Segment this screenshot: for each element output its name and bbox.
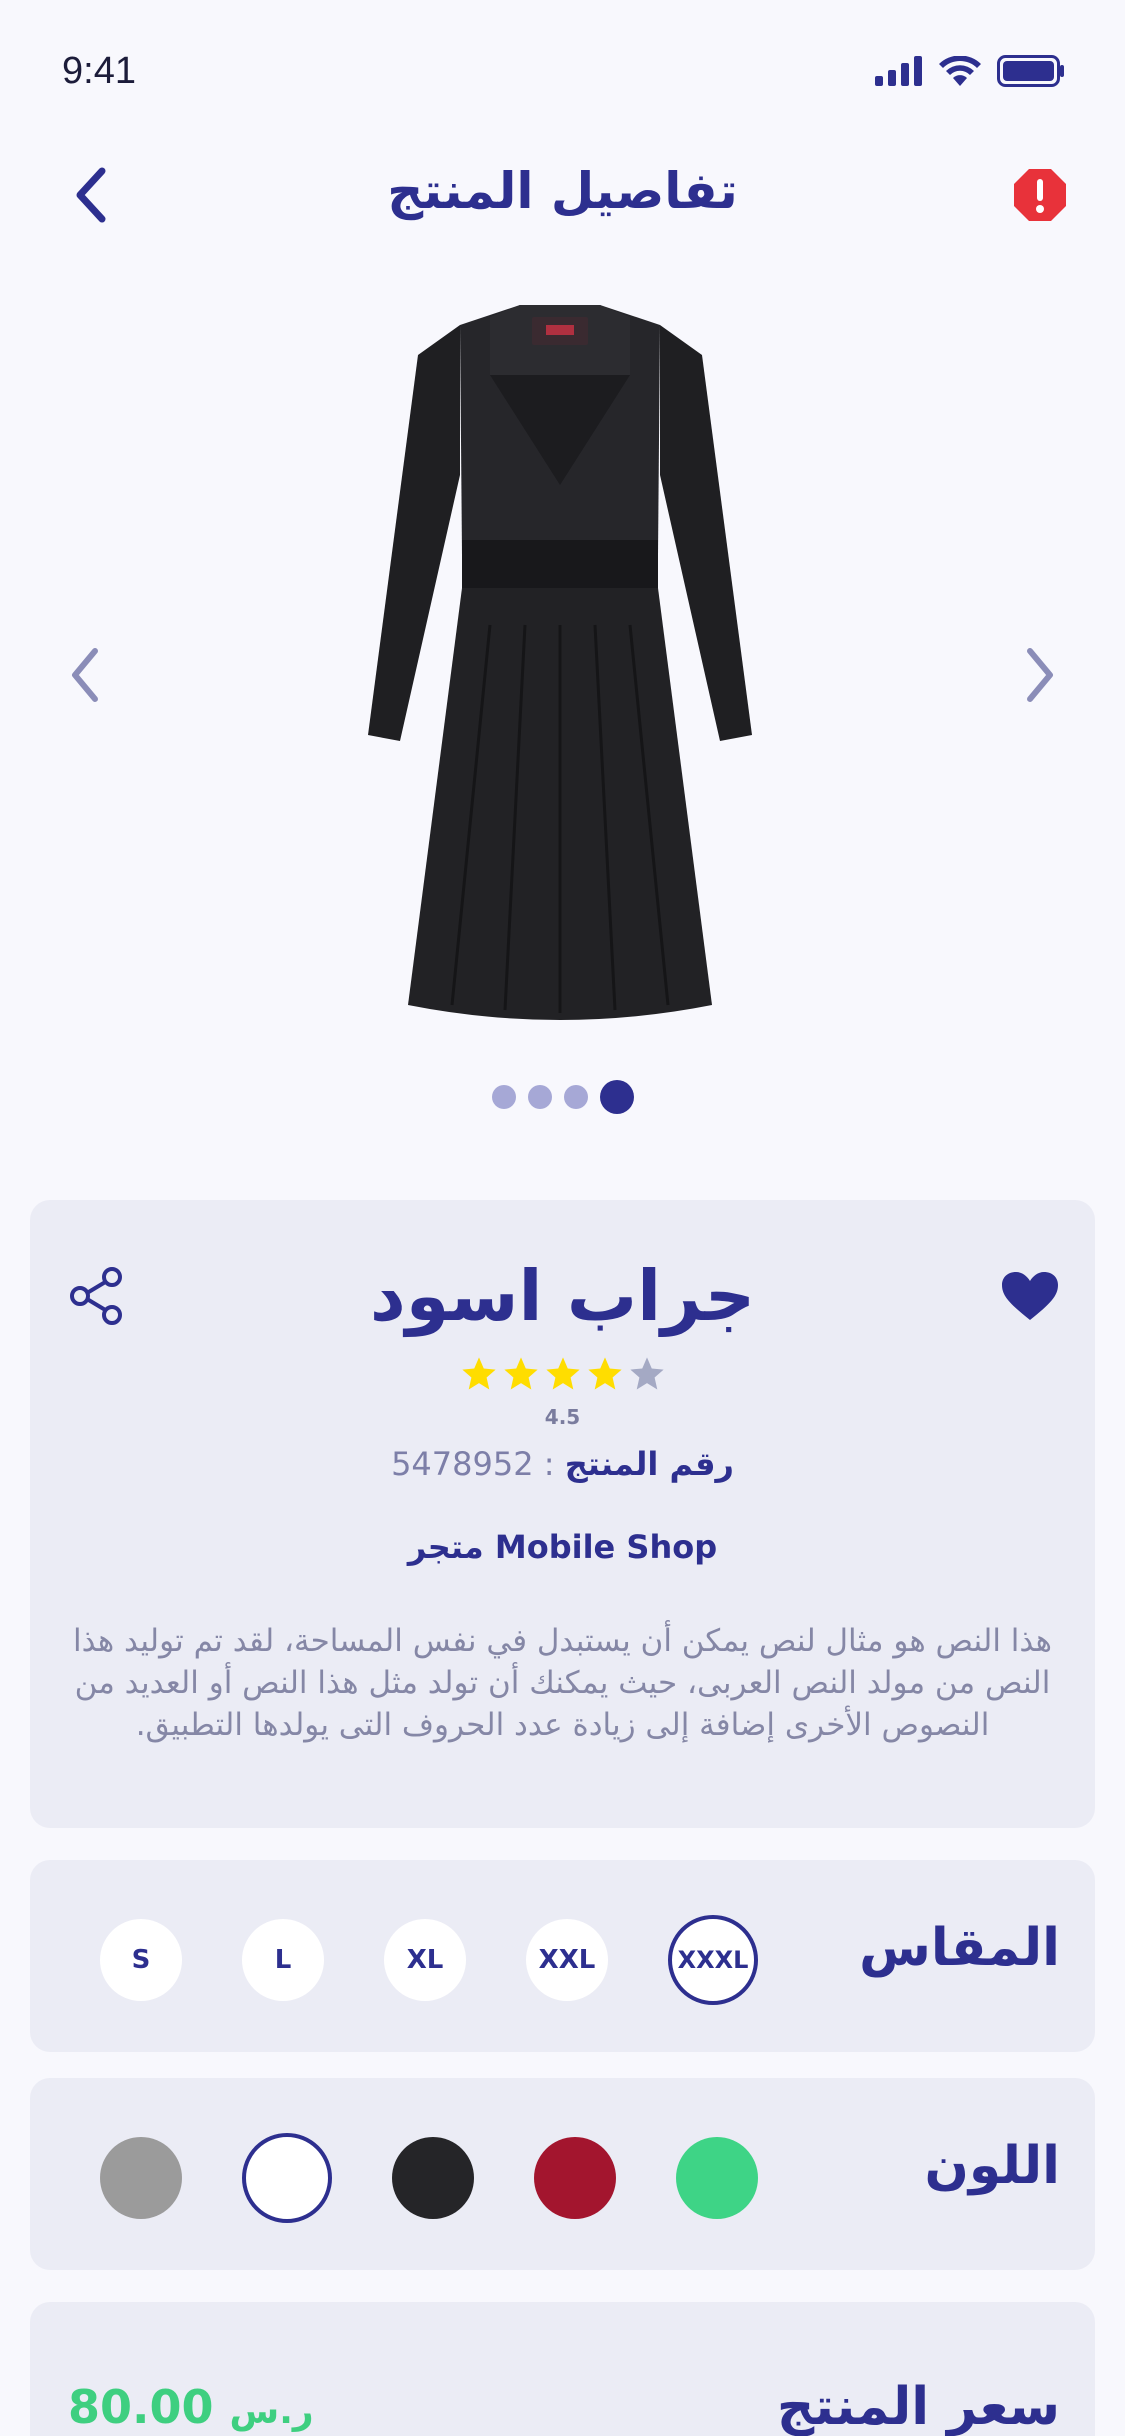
color-swatch[interactable] <box>676 2137 758 2219</box>
pagination-dot-active[interactable] <box>599 1080 634 1114</box>
status-icons <box>875 55 1065 87</box>
star-filled-icon <box>545 1357 580 1390</box>
color-label: اللون <box>924 2136 1060 2196</box>
color-swatch[interactable] <box>242 2133 332 2223</box>
favorite-button[interactable] <box>995 1265 1065 1327</box>
product-name: جراب اسود <box>369 1255 756 1337</box>
status-time: 9:41 <box>62 50 136 92</box>
star-filled-icon <box>587 1357 622 1390</box>
product-info-card: جراب اسود 4.5 رقم المنتج : 5478952 متجر … <box>30 1200 1095 1828</box>
price-value: 80.00 <box>68 2380 214 2434</box>
page-title: تفاصيل المنتج <box>387 162 738 220</box>
size-options: S L XL XXL XXXL <box>100 1915 758 2005</box>
nav-bar: تفاصيل المنتج <box>0 150 1125 270</box>
star-filled-icon <box>503 1357 538 1390</box>
product-id-value: 5478952 <box>391 1445 534 1483</box>
product-id-sep: : <box>543 1445 555 1483</box>
color-swatch[interactable] <box>392 2137 474 2219</box>
color-selector-card: اللون <box>30 2078 1095 2270</box>
color-swatch[interactable] <box>100 2137 182 2219</box>
price-label: سعر المنتج <box>776 2377 1060 2436</box>
alert-icon <box>1014 169 1066 221</box>
size-option-xxl[interactable]: XXL <box>526 1919 608 2001</box>
pagination-dot[interactable] <box>527 1085 552 1109</box>
chevron-right-icon <box>1027 648 1053 702</box>
wifi-icon <box>939 56 981 86</box>
gallery-prev-button[interactable] <box>55 630 115 720</box>
size-selector-card: المقاس S L XL XXL XXXL <box>30 1860 1095 2052</box>
gallery-next-button[interactable] <box>1010 630 1070 720</box>
product-description: هذا النص هو مثال لنص يمكن أن يستبدل في ن… <box>72 1623 1053 1743</box>
status-bar: 9:41 <box>0 0 1125 150</box>
gallery-pagination <box>0 1080 1125 1114</box>
product-id-label: رقم المنتج <box>564 1445 734 1483</box>
color-swatch[interactable] <box>534 2137 616 2219</box>
pagination-dot[interactable] <box>491 1085 516 1109</box>
heart-icon <box>1002 1272 1058 1320</box>
color-options <box>100 2133 758 2223</box>
star-filled-icon <box>461 1357 496 1390</box>
report-button[interactable] <box>1005 160 1075 230</box>
product-image <box>368 305 752 1020</box>
size-option-l[interactable]: L <box>242 1919 324 2001</box>
size-label: المقاس <box>859 1918 1060 1978</box>
product-gallery <box>0 280 1125 1160</box>
product-id: رقم المنتج : 5478952 <box>30 1445 1095 1483</box>
battery-icon <box>997 55 1064 87</box>
chevron-left-icon <box>72 648 98 702</box>
rating-value: 4.5 <box>544 1405 581 1429</box>
price-value-group: 80.00 ر.س <box>68 2380 314 2434</box>
price-card: سعر المنتج 80.00 ر.س <box>30 2302 1095 2436</box>
price-currency: ر.س <box>229 2391 314 2432</box>
star-empty-icon <box>629 1357 664 1390</box>
size-option-xxxl[interactable]: XXXL <box>668 1915 758 2005</box>
store-name[interactable]: متجر Mobile Shop <box>30 1528 1095 1566</box>
pagination-dot[interactable] <box>563 1085 588 1109</box>
size-option-xl[interactable]: XL <box>384 1919 466 2001</box>
signal-icon <box>875 56 922 86</box>
rating-stars <box>30 1355 1095 1393</box>
size-option-s[interactable]: S <box>100 1919 182 2001</box>
